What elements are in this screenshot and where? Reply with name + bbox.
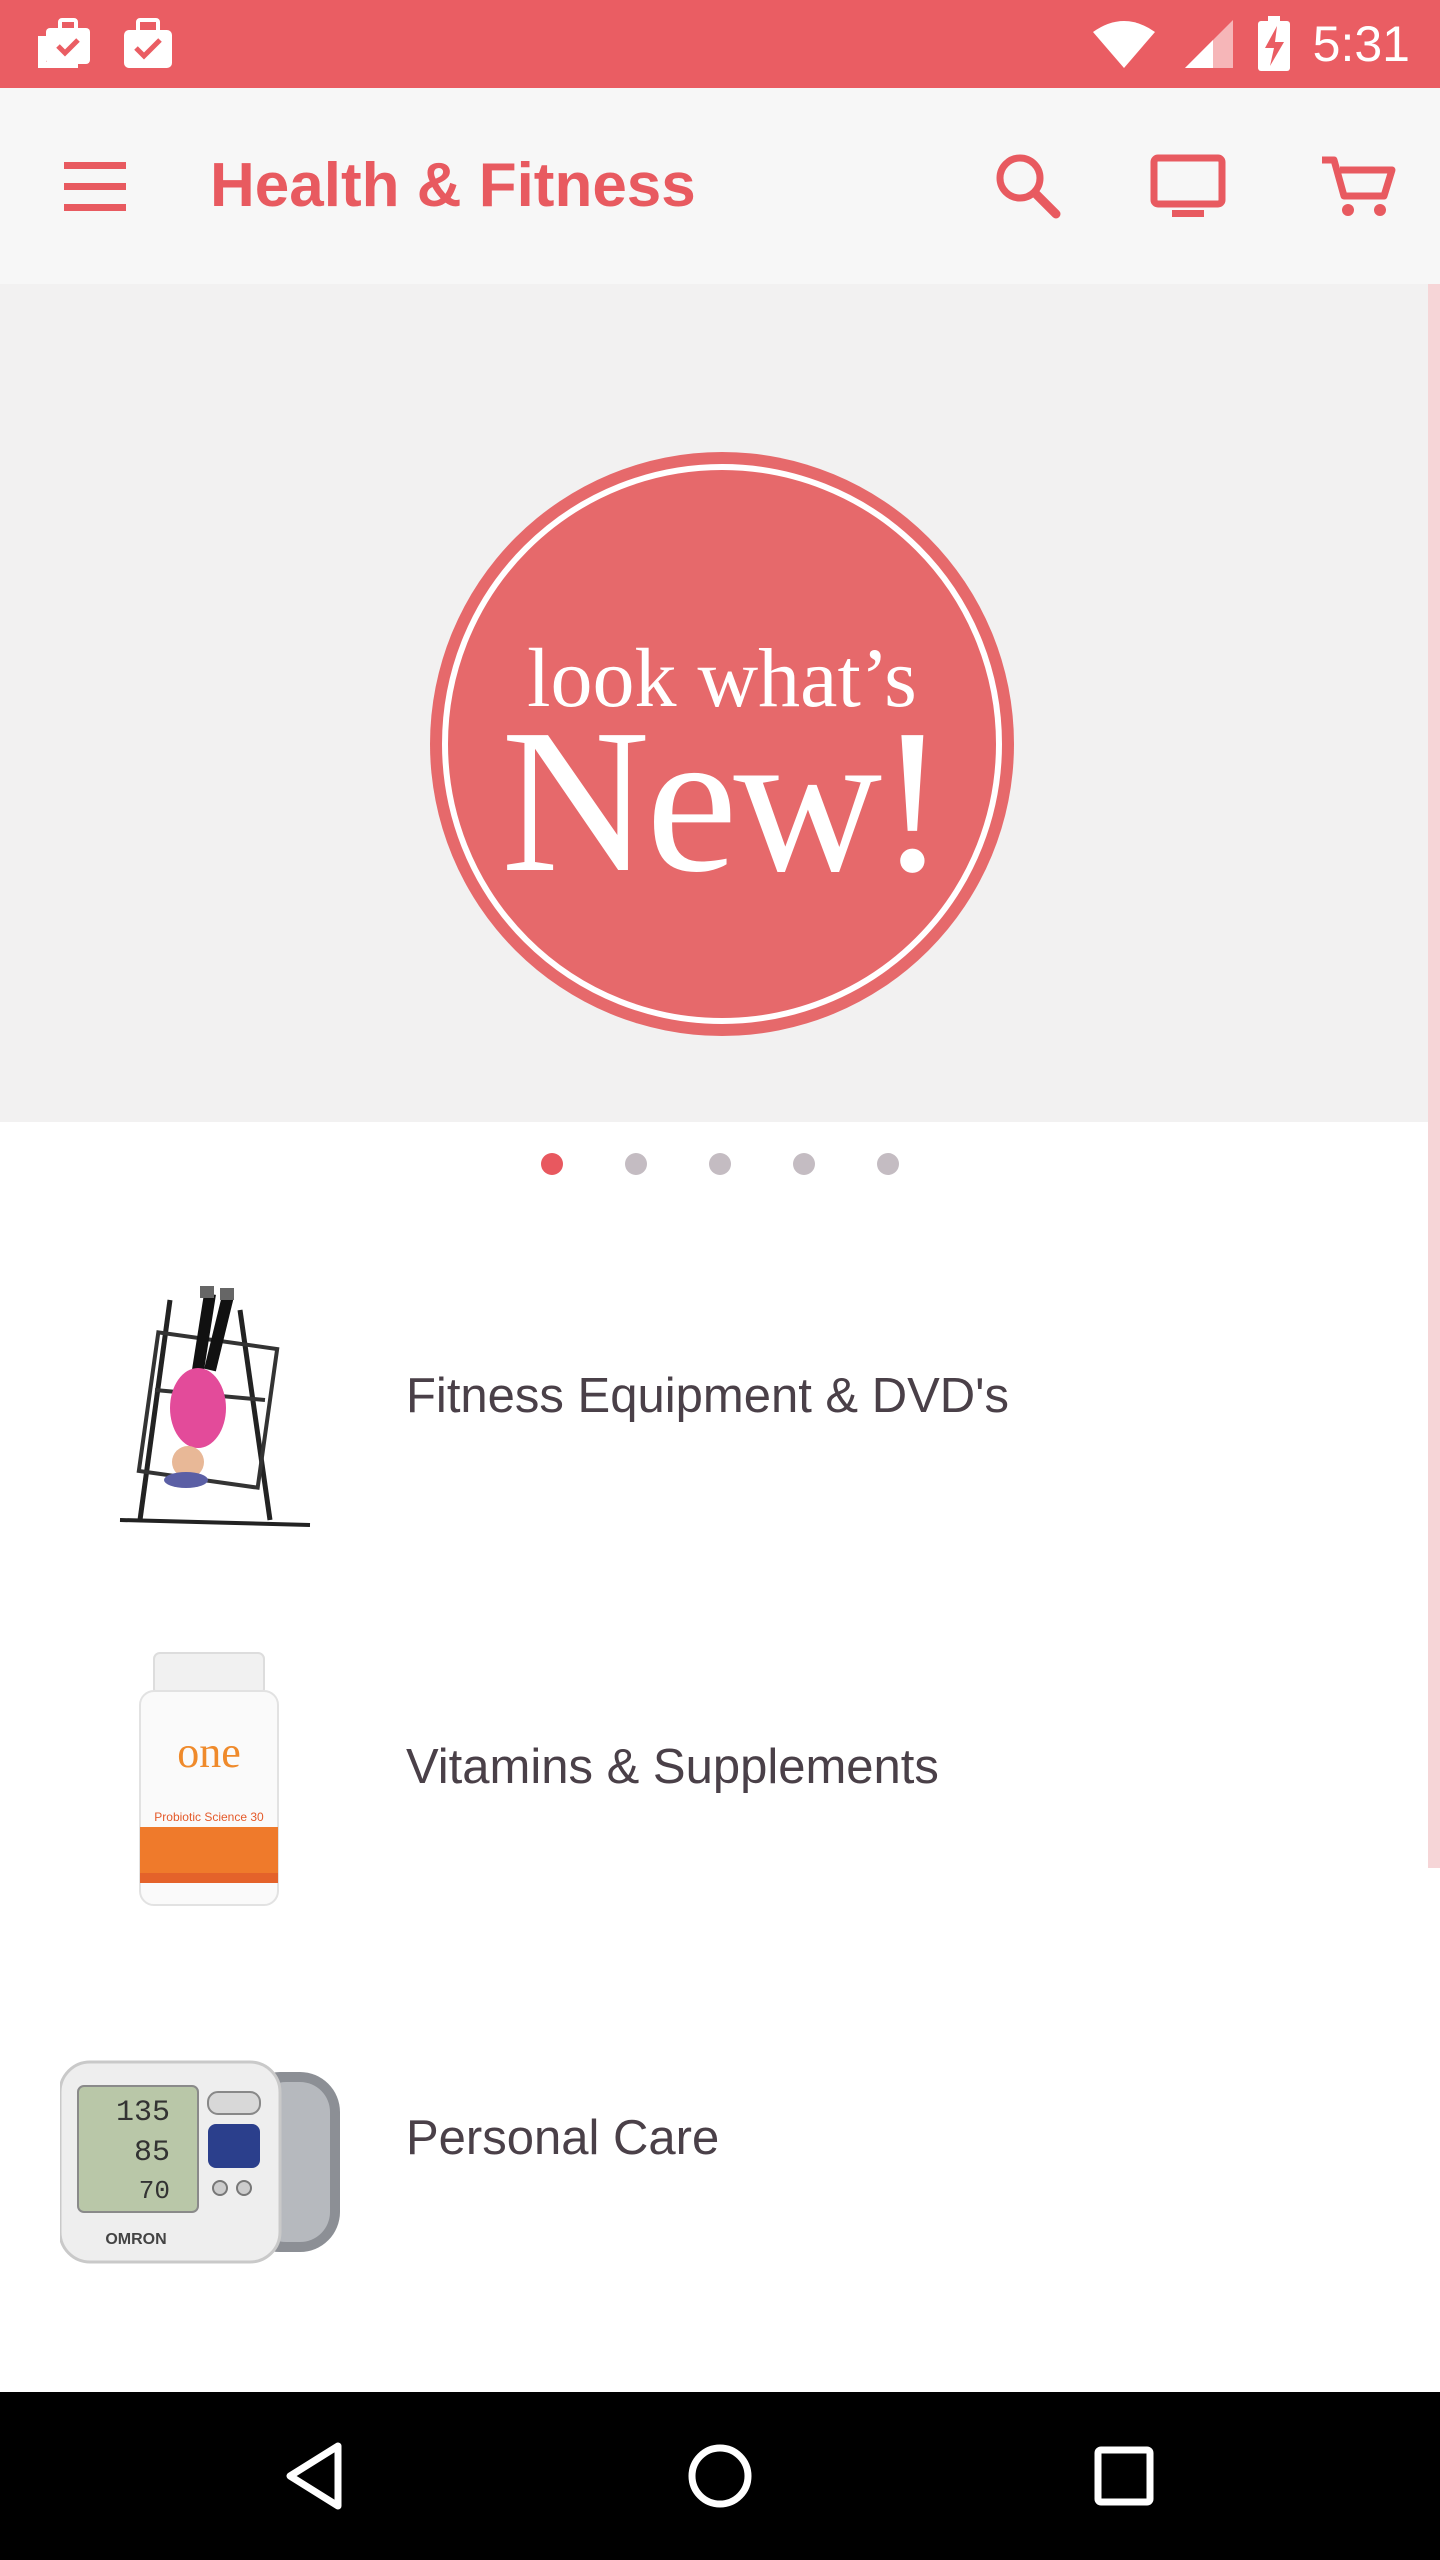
recents-icon[interactable]: [1084, 2436, 1164, 2516]
monitor-brand: OMRON: [105, 2231, 166, 2248]
page-title: Health & Fitness: [210, 151, 696, 220]
category-label: Personal Care: [406, 2110, 720, 2165]
tv-icon[interactable]: [1148, 148, 1228, 224]
category-label: Fitness Equipment & DVD's: [406, 1368, 1010, 1423]
carousel-dot[interactable]: [793, 1153, 815, 1175]
briefcase-check-icon: [38, 18, 90, 68]
list-item-vitamins[interactable]: one Probiotic Science 30 Vitamins & Supp…: [0, 1581, 1440, 1952]
carousel-dot[interactable]: [541, 1153, 563, 1175]
inversion-table-image: [119, 1286, 311, 1527]
cart-icon[interactable]: [1318, 148, 1398, 224]
carousel-dot[interactable]: [625, 1153, 647, 1175]
carousel-dot[interactable]: [877, 1153, 899, 1175]
menu-icon[interactable]: [60, 156, 130, 216]
list-item-fitness[interactable]: Fitness Equipment & DVD's: [0, 1210, 1440, 1581]
home-icon[interactable]: [680, 2436, 760, 2516]
category-list: Fitness Equipment & DVD's one Probiotic …: [0, 1210, 1440, 2323]
banner-line2: New!: [501, 686, 947, 915]
app-bar: Health & Fitness: [0, 88, 1440, 284]
category-label: Vitamins & Supplements: [406, 1739, 939, 1794]
status-time: 5:31: [1312, 16, 1410, 72]
wifi-icon: [1092, 21, 1155, 68]
battery-charging-icon: [1257, 16, 1290, 71]
bottle-product: Probiotic Science 30: [154, 1810, 264, 1824]
carousel-dot[interactable]: [709, 1153, 731, 1175]
system-nav-bar: [0, 2392, 1440, 2560]
search-icon[interactable]: [990, 148, 1066, 224]
list-item-personal-care[interactable]: 135 85 70 OMRON Personal Care: [0, 1952, 1440, 2323]
blood-pressure-monitor-image: 135 85 70 OMRON: [60, 2060, 340, 2264]
signal-icon: [1184, 20, 1233, 68]
monitor-sys: 135: [116, 2096, 170, 2130]
promo-banner[interactable]: look what’s New!: [0, 284, 1440, 1122]
monitor-pulse: 70: [139, 2176, 170, 2206]
briefcase-check-icon: [124, 18, 172, 68]
banner-badge: look what’s New!: [430, 452, 1014, 1036]
status-bar: 5:31: [0, 0, 1440, 88]
back-icon[interactable]: [276, 2436, 356, 2516]
bottle-brand: one: [177, 1728, 241, 1777]
monitor-dia: 85: [134, 2136, 170, 2170]
carousel-indicator: [0, 1122, 1440, 1206]
supplement-bottle-image: one Probiotic Science 30: [139, 1652, 279, 1906]
